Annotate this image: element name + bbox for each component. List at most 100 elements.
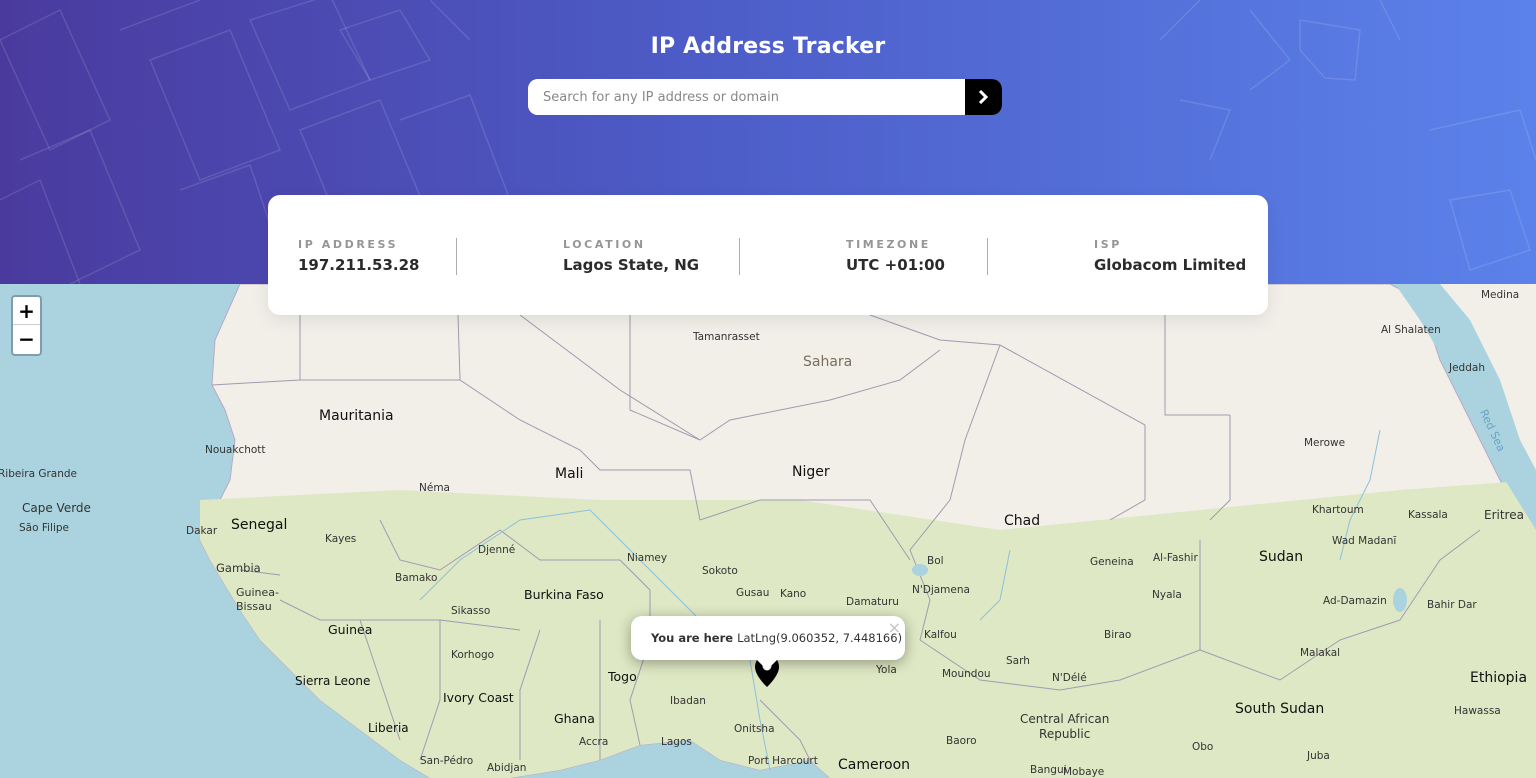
map-label-kano: Kano xyxy=(780,588,807,600)
ip-address-value: 197.211.53.28 xyxy=(298,256,420,274)
map-label-al-fashir: Al-Fashir xyxy=(1153,552,1198,564)
map-label-baoro: Baoro xyxy=(946,735,977,747)
map-label-south-sudan: South Sudan xyxy=(1235,701,1325,717)
map-label-senegal: Senegal xyxy=(231,517,288,533)
map-label-mali: Mali xyxy=(555,466,584,482)
ip-info-card: IP Address 197.211.53.28 Location Lagos … xyxy=(268,195,1268,315)
map-label-kassala: Kassala xyxy=(1408,509,1448,521)
map-label-ibadan: Ibadan xyxy=(670,695,706,707)
map-label-gusau: Gusau xyxy=(736,587,770,599)
map-label-guinea: Guinea xyxy=(328,622,373,637)
map-label-sierra-leone: Sierra Leone xyxy=(295,674,371,688)
location-section: Location Lagos State, NG xyxy=(563,238,699,276)
map-label-djenne: Djenné xyxy=(478,544,516,556)
popup-title: You are here xyxy=(651,631,734,645)
map-label-guinea-bissau: Guinea- Bissau xyxy=(236,586,280,613)
search-bar xyxy=(528,79,1002,115)
map-label-malakal: Malakal xyxy=(1300,647,1341,659)
timezone-value: UTC +01:00 xyxy=(846,256,945,274)
chevron-right-icon xyxy=(978,90,989,104)
map-label-birao: Birao xyxy=(1104,629,1132,641)
search-input[interactable] xyxy=(528,79,965,115)
map-label-kayes: Kayes xyxy=(325,533,357,545)
page-title: IP Address Tracker xyxy=(650,34,886,59)
map-label-wad-madani: Wad Madanī xyxy=(1332,535,1397,547)
map-label-merowe: Merowe xyxy=(1304,437,1346,449)
zoom-out-button[interactable]: − xyxy=(13,325,40,353)
map-label-chad: Chad xyxy=(1004,513,1041,529)
map-label-mobaye: Mobaye xyxy=(1063,766,1105,778)
map-label-cameroon: Cameroon xyxy=(838,757,911,773)
ip-address-section: IP Address 197.211.53.28 xyxy=(298,238,419,276)
popup-coordinates: LatLng(9.060352, 7.448166) xyxy=(737,631,903,645)
map-label-gambia: Gambia xyxy=(216,561,261,575)
divider xyxy=(456,238,457,275)
map-label-togo: Togo xyxy=(608,669,637,684)
map-label-eritrea: Eritrea xyxy=(1484,508,1524,522)
map-label-sahara: Sahara xyxy=(803,354,853,370)
map-label-liberia: Liberia xyxy=(368,721,409,735)
map-label-onitsha: Onitsha xyxy=(734,723,775,735)
map-label-al-shalaten: Al Shalaten xyxy=(1381,324,1441,336)
map-label-port-harcourt: Port Harcourt xyxy=(748,755,818,767)
timezone-label: Timezone xyxy=(846,238,931,251)
map-label-juba: Juba xyxy=(1307,750,1330,762)
isp-label: ISP xyxy=(1094,238,1122,251)
map-label-moundou: Moundou xyxy=(942,668,991,680)
map-label-mauritania: Mauritania xyxy=(319,408,394,424)
map-label-ad-damazin: Ad-Damazin xyxy=(1323,595,1387,607)
map-label-central-african-republic: Central African Republic xyxy=(1020,712,1110,741)
map-label-ndjamena: N'Djamena xyxy=(912,584,970,596)
map-label-sikasso: Sikasso xyxy=(451,605,491,617)
map-label-accra: Accra xyxy=(579,736,609,748)
map-label-ghana: Ghana xyxy=(554,711,595,726)
map-label-nyala: Nyala xyxy=(1152,589,1182,601)
map-label-medina: Medina xyxy=(1481,289,1520,301)
divider xyxy=(987,238,988,275)
isp-section: ISP Globacom Limited xyxy=(1094,238,1246,276)
map-label-geneina: Geneina xyxy=(1090,556,1134,568)
map-label-jeddah: Jeddah xyxy=(1449,362,1485,374)
map-label-burkina-faso: Burkina Faso xyxy=(524,587,604,602)
map-label-sudan: Sudan xyxy=(1259,549,1304,565)
map-label-sarh: Sarh xyxy=(1006,655,1030,667)
map-label-obo: Obo xyxy=(1192,741,1214,753)
map-label-ivory-coast: Ivory Coast xyxy=(443,690,514,705)
map-label-san-pedro: San-Pédro xyxy=(420,755,474,767)
popup-tip xyxy=(757,660,777,670)
map-label-ethiopia: Ethiopia xyxy=(1470,670,1528,686)
map-label-damaturu: Damaturu xyxy=(846,596,899,608)
map-label-cape-verde: Cape Verde xyxy=(22,501,91,515)
map-view[interactable]: Tamanrasset Sahara Mauritania Nouakchott… xyxy=(0,284,1536,778)
map-label-nema: Néma xyxy=(419,482,450,494)
popup-close-button[interactable]: × xyxy=(888,618,901,637)
map-label-bamako: Bamako xyxy=(395,572,438,584)
map-label-bol: Bol xyxy=(927,555,944,567)
map-label-ribeira-grande: Ribeira Grande xyxy=(0,468,78,480)
isp-value: Globacom Limited xyxy=(1094,256,1247,274)
map-label-abidjan: Abidjan xyxy=(487,762,527,774)
map-label-hawassa: Hawassa xyxy=(1454,705,1501,717)
map-label-dakar: Dakar xyxy=(186,525,218,537)
map-label-niger: Niger xyxy=(792,464,830,480)
map-label-niamey: Niamey xyxy=(627,552,668,564)
map-label-khartoum: Khartoum xyxy=(1312,504,1364,516)
map-label-sao-filipe: São Filipe xyxy=(19,522,70,534)
map-label-nouakchott: Nouakchott xyxy=(205,444,266,456)
map-label-sokoto: Sokoto xyxy=(702,565,738,577)
location-popup: You are here LatLng(9.060352, 7.448166) … xyxy=(631,616,905,670)
zoom-control: + − xyxy=(11,295,42,356)
map-label-lagos: Lagos xyxy=(661,736,692,748)
map-label-kalfou: Kalfou xyxy=(924,629,957,641)
ip-address-label: IP Address xyxy=(298,238,399,251)
map-label-tamanrasset: Tamanrasset xyxy=(693,331,760,343)
map-label-yola: Yola xyxy=(876,664,897,676)
zoom-in-button[interactable]: + xyxy=(13,297,40,325)
divider xyxy=(739,238,740,275)
search-submit-button[interactable] xyxy=(965,79,1002,115)
map-label-bahir-dar: Bahir Dar xyxy=(1427,599,1477,611)
timezone-section: Timezone UTC +01:00 xyxy=(846,238,945,276)
map-label-korhogo: Korhogo xyxy=(451,649,495,661)
map-label-bangui: Bangui xyxy=(1030,764,1067,776)
location-value: Lagos State, NG xyxy=(563,256,700,274)
